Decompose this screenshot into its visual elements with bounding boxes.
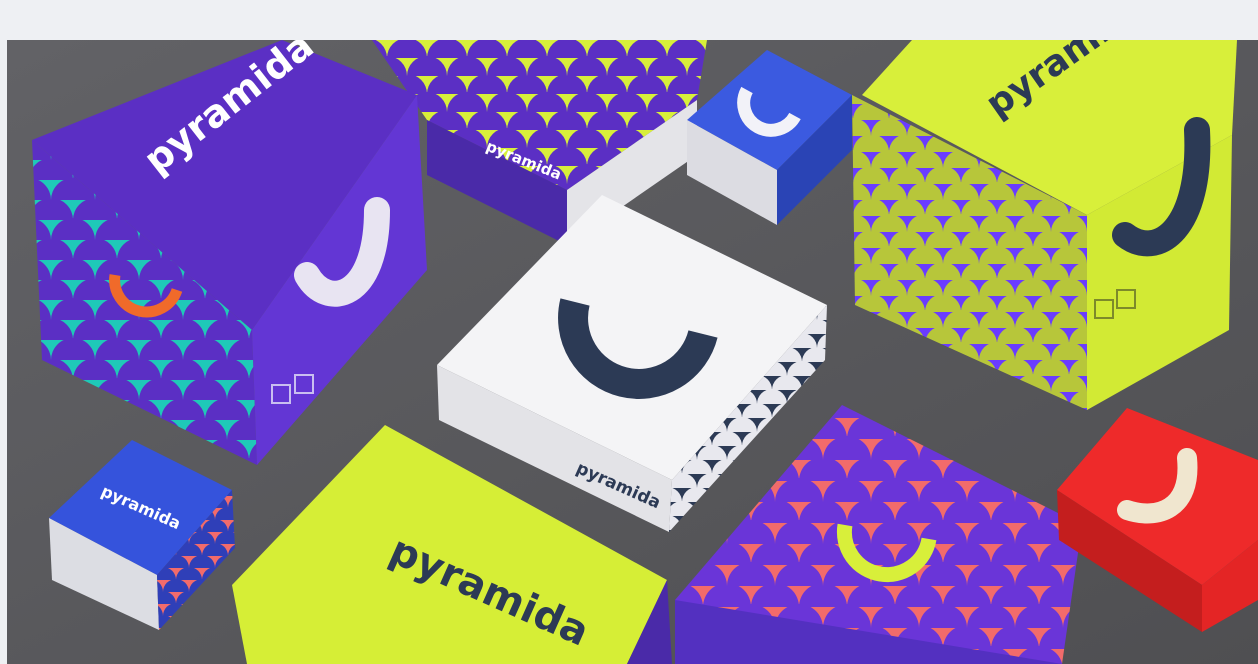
- product-photo: pyramida pyramida pyramida pyramida pyra…: [7, 40, 1258, 664]
- packaging-scene: pyramida pyramida pyramida pyramida pyra…: [7, 40, 1258, 664]
- image-frame: pyramida pyramida pyramida pyramida pyra…: [0, 0, 1258, 664]
